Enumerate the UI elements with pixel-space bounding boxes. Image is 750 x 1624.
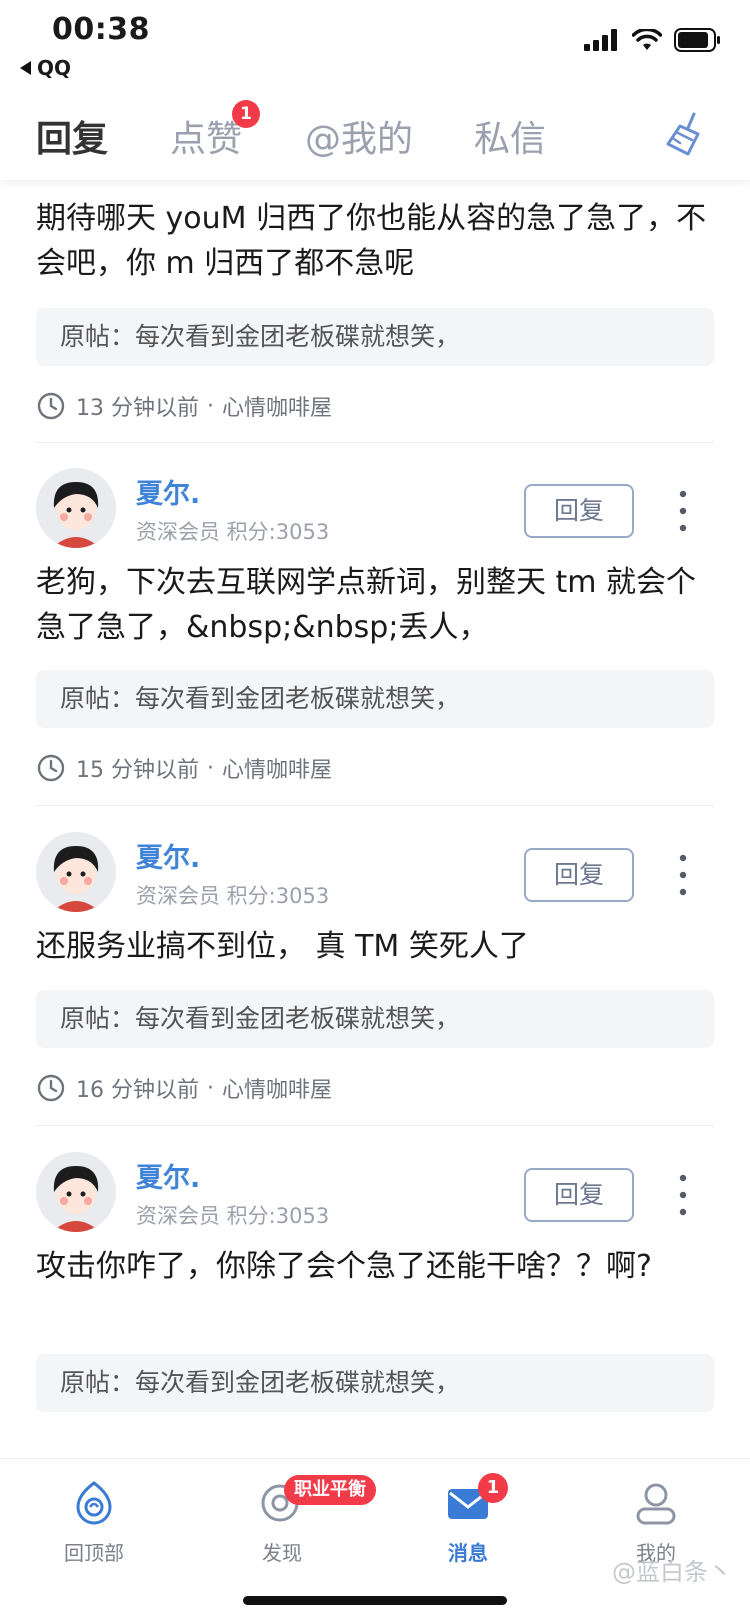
meta-separator: · [207, 393, 214, 419]
discover-badge: 职业平衡 [284, 1475, 376, 1505]
username[interactable]: 夏尔. [136, 836, 200, 875]
status-icons [584, 28, 722, 52]
reply-time: 16 分钟以前 [76, 1078, 199, 1103]
reply-meta: 16 分钟以前 · 心情咖啡屋 [36, 1070, 332, 1106]
reply-item: 夏尔. 资深会员 积分:3053 回复 攻击你咋了，你除了会个急了还能干啥？？啊… [0, 1152, 750, 1412]
wifi-icon [632, 29, 662, 50]
signal-icon [584, 29, 617, 51]
clock-icon [37, 392, 65, 420]
reply-time: 13 分钟以前 [76, 396, 199, 421]
member-info: 资深会员 积分:3053 [136, 1204, 330, 1228]
reply-button[interactable]: 回复 [524, 1168, 634, 1222]
avatar-image [36, 1152, 116, 1232]
watermark: @蓝白条丶 [612, 1558, 732, 1586]
clock-icon [37, 1074, 65, 1102]
back-app-label: QQ [37, 56, 72, 80]
status-bar: 00:38 QQ [0, 0, 750, 92]
reply-header: 夏尔. 资深会员 积分:3053 回复 [0, 1152, 750, 1252]
reply-time: 15 分钟以前 [76, 758, 199, 783]
reply-text: 还服务业搞不到位， 真 TM 笑死人了 [36, 929, 529, 964]
original-post-quote[interactable]: 原帖：每次看到金团老板碟就想笑， [36, 1354, 714, 1412]
avatar-image [36, 468, 116, 548]
profile-icon [636, 1483, 676, 1525]
avatar[interactable] [36, 1152, 116, 1232]
battery-icon [674, 28, 720, 52]
messages-badge: 1 [478, 1473, 508, 1503]
top-icon [76, 1481, 112, 1525]
nav-label: 消息 [448, 1541, 488, 1565]
meta-separator: · [207, 1075, 214, 1101]
avatar[interactable] [36, 832, 116, 912]
original-post-quote[interactable]: 原帖：每次看到金团老板碟就想笑， [36, 308, 714, 366]
avatar[interactable] [36, 468, 116, 548]
nav-label: 发现 [262, 1541, 302, 1565]
status-time: 00:38 [52, 12, 150, 47]
member-info: 资深会员 积分:3053 [136, 520, 330, 544]
reply-text: 老狗，下次去互联网学点新词，别整天 tm 就会个急了急了，&nbsp;&nbsp… [36, 565, 697, 645]
nav-messages[interactable]: 1 消息 [408, 1473, 528, 1566]
board-name[interactable]: 心情咖啡屋 [222, 1072, 332, 1104]
more-options-icon[interactable] [675, 1172, 691, 1218]
username[interactable]: 夏尔. [136, 1156, 200, 1195]
reply-item: 夏尔. 资深会员 积分:3053 回复 老狗，下次去互联网学点新词，别整天 tm… [0, 468, 750, 806]
likes-badge: 1 [232, 100, 261, 128]
reply-header: 夏尔. 资深会员 积分:3053 回复 [0, 468, 750, 568]
reply-button[interactable]: 回复 [524, 848, 634, 902]
board-name[interactable]: 心情咖啡屋 [222, 390, 332, 422]
reply-feed: 期待哪天 youM 归西了你也能从容的急了急了，不会吧，你 m 归西了都不急呢 … [0, 150, 750, 1458]
meta-separator: · [207, 755, 214, 781]
username[interactable]: 夏尔. [136, 472, 200, 511]
nav-back-to-top[interactable]: 回顶部 [34, 1479, 154, 1566]
reply-text: 期待哪天 youM 归西了你也能从容的急了急了，不会吧，你 m 归西了都不急呢 [36, 201, 707, 281]
original-post-quote[interactable]: 原帖：每次看到金团老板碟就想笑， [36, 990, 714, 1048]
nav-discover[interactable]: 职业平衡 发现 [222, 1475, 376, 1566]
nav-label: 回顶部 [64, 1541, 124, 1565]
tab-reply[interactable]: 回复 [36, 110, 108, 162]
home-indicator[interactable] [243, 1596, 507, 1605]
back-arrow-icon [20, 61, 31, 75]
reply-item: 夏尔. 资深会员 积分:3053 回复 还服务业搞不到位， 真 TM 笑死人了 … [0, 832, 750, 1126]
clear-icon[interactable] [664, 110, 708, 156]
member-info: 资深会员 积分:3053 [136, 884, 330, 908]
message-tabs: 回复 点赞 1 @我的 私信 [0, 92, 750, 180]
clock-icon [37, 754, 65, 782]
reply-meta: 13 分钟以前 · 心情咖啡屋 [36, 388, 332, 424]
board-name[interactable]: 心情咖啡屋 [222, 752, 332, 784]
tab-mentions[interactable]: @我的 [305, 110, 413, 162]
avatar-image [36, 832, 116, 912]
reply-meta: 15 分钟以前 · 心情咖啡屋 [36, 750, 332, 786]
reply-text: 攻击你咋了，你除了会个急了还能干啥？？啊? [36, 1249, 652, 1284]
more-options-icon[interactable] [675, 852, 691, 898]
tab-likes-label: 点赞 [170, 119, 243, 160]
tab-likes[interactable]: 点赞 1 [170, 100, 261, 162]
divider [36, 1125, 714, 1126]
reply-header: 夏尔. 资深会员 积分:3053 回复 [0, 832, 750, 932]
divider [36, 442, 714, 443]
tab-private-messages[interactable]: 私信 [474, 110, 546, 162]
reply-button[interactable]: 回复 [524, 484, 634, 538]
more-options-icon[interactable] [675, 488, 691, 534]
divider [36, 805, 714, 806]
original-post-quote[interactable]: 原帖：每次看到金团老板碟就想笑， [36, 670, 714, 728]
back-to-app-button[interactable]: QQ [20, 56, 71, 80]
